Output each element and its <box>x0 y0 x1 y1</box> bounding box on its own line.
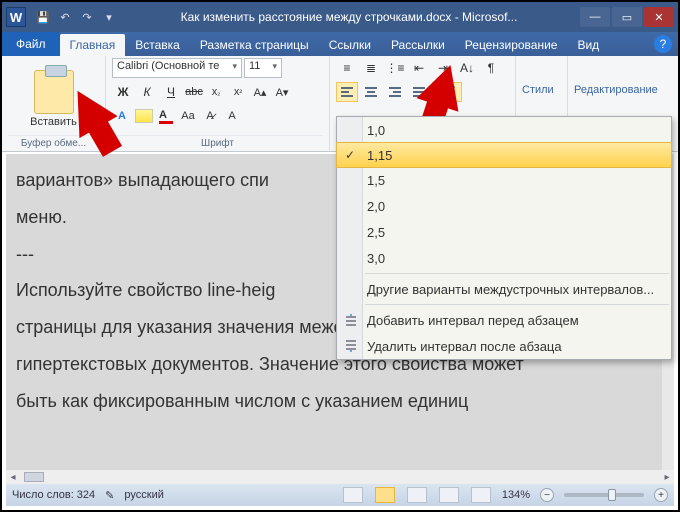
styles-button[interactable]: Стили <box>522 58 554 96</box>
strikethrough-button[interactable]: abc <box>184 82 204 102</box>
spacing-options-more[interactable]: Другие варианты междустрочных интервалов… <box>337 276 671 302</box>
font-color-button[interactable]: A <box>156 106 176 126</box>
align-center-button[interactable] <box>360 82 382 102</box>
tab-review[interactable]: Рецензирование <box>455 34 568 56</box>
horizontal-scrollbar[interactable]: ◂ ▸ <box>6 470 674 484</box>
italic-button[interactable]: К <box>136 82 158 102</box>
tab-references[interactable]: Ссылки <box>319 34 381 56</box>
spacing-option-1.15[interactable]: ✓1,15 <box>336 142 672 168</box>
tab-insert[interactable]: Вставка <box>125 34 190 56</box>
qat-dropdown-icon[interactable]: ▾ <box>100 8 118 26</box>
close-button[interactable]: ✕ <box>644 7 674 27</box>
tab-view[interactable]: Вид <box>567 34 609 56</box>
align-right-button[interactable] <box>384 82 406 102</box>
zoom-slider[interactable] <box>564 493 644 497</box>
ribbon-tabs: Файл Главная Вставка Разметка страницы С… <box>2 32 678 56</box>
group-clipboard-label: Буфер обме... <box>8 135 99 151</box>
zoom-level[interactable]: 134% <box>502 489 530 501</box>
maximize-button[interactable]: ▭ <box>612 7 642 27</box>
language-status[interactable]: русский <box>124 489 163 501</box>
group-font-label: Шрифт <box>112 135 323 151</box>
quick-access-toolbar: 💾 ↶ ↷ ▾ <box>34 8 118 26</box>
highlight-button[interactable] <box>134 106 154 126</box>
tab-layout[interactable]: Разметка страницы <box>190 34 319 56</box>
fullscreen-view[interactable] <box>375 487 395 503</box>
web-layout-view[interactable] <box>407 487 427 503</box>
scroll-right-icon[interactable]: ▸ <box>660 472 674 483</box>
tab-home[interactable]: Главная <box>60 34 126 56</box>
bold-button[interactable]: Ж <box>112 82 134 102</box>
scroll-thumb[interactable] <box>24 472 44 482</box>
space-after-icon <box>343 338 359 354</box>
align-left-button[interactable] <box>336 82 358 102</box>
line-spacing-menu: 1,0 ✓1,15 1,5 2,0 2,5 3,0 Другие вариант… <box>336 116 672 360</box>
space-before-icon <box>343 312 359 328</box>
zoom-in-button[interactable]: + <box>654 488 668 502</box>
font-size-combo[interactable]: 11 <box>244 58 282 78</box>
save-icon[interactable]: 💾 <box>34 8 52 26</box>
grow-font-button[interactable]: A▴ <box>250 82 270 102</box>
titlebar: W 💾 ↶ ↷ ▾ Как изменить расстояние между … <box>2 2 678 32</box>
print-layout-view[interactable] <box>343 487 363 503</box>
help-icon[interactable]: ? <box>654 35 672 53</box>
undo-icon[interactable]: ↶ <box>56 8 74 26</box>
remove-space-after[interactable]: Удалить интервал после абзаца <box>337 333 671 359</box>
minimize-button[interactable]: — <box>580 7 610 27</box>
redo-icon[interactable]: ↷ <box>78 8 96 26</box>
spacing-option-3.0[interactable]: 3,0 <box>337 245 671 271</box>
multilevel-button[interactable]: ⋮≡ <box>384 58 406 78</box>
spellcheck-icon[interactable]: ✎ <box>105 489 114 502</box>
spacing-option-1.5[interactable]: 1,5 <box>337 167 671 193</box>
clear-format-button[interactable]: A̷ <box>200 106 220 126</box>
spacing-option-1.0[interactable]: 1,0 <box>337 117 671 143</box>
spacing-option-2.5[interactable]: 2,5 <box>337 219 671 245</box>
draft-view[interactable] <box>471 487 491 503</box>
spacing-option-2.0[interactable]: 2,0 <box>337 193 671 219</box>
subscript-button[interactable]: x₂ <box>206 82 226 102</box>
word-count[interactable]: Число слов: 324 <box>12 489 95 501</box>
superscript-button[interactable]: x² <box>228 82 248 102</box>
bullets-button[interactable]: ≡ <box>336 58 358 78</box>
word-app-icon: W <box>6 7 26 27</box>
change-case-button[interactable]: Aa <box>178 106 198 126</box>
character-shading-button[interactable]: A <box>222 106 242 126</box>
add-space-before[interactable]: Добавить интервал перед абзацем <box>337 307 671 333</box>
check-icon: ✓ <box>345 148 355 162</box>
underline-button[interactable]: Ч <box>160 82 182 102</box>
window-title: Как изменить расстояние между строчками.… <box>118 10 580 24</box>
outline-view[interactable] <box>439 487 459 503</box>
editing-button[interactable]: Редактирование <box>574 58 658 96</box>
doc-text: быть как фиксированным числом с указание… <box>16 387 652 416</box>
scroll-left-icon[interactable]: ◂ <box>6 472 20 483</box>
zoom-out-button[interactable]: − <box>540 488 554 502</box>
status-bar: Число слов: 324 ✎ русский 134% − + <box>6 484 674 506</box>
font-name-combo[interactable]: Calibri (Основной те <box>112 58 242 78</box>
shrink-font-button[interactable]: A▾ <box>272 82 292 102</box>
tab-mailings[interactable]: Рассылки <box>381 34 455 56</box>
tab-file[interactable]: Файл <box>2 32 60 56</box>
numbering-button[interactable]: ≣ <box>360 58 382 78</box>
show-marks-button[interactable]: ¶ <box>480 58 502 78</box>
